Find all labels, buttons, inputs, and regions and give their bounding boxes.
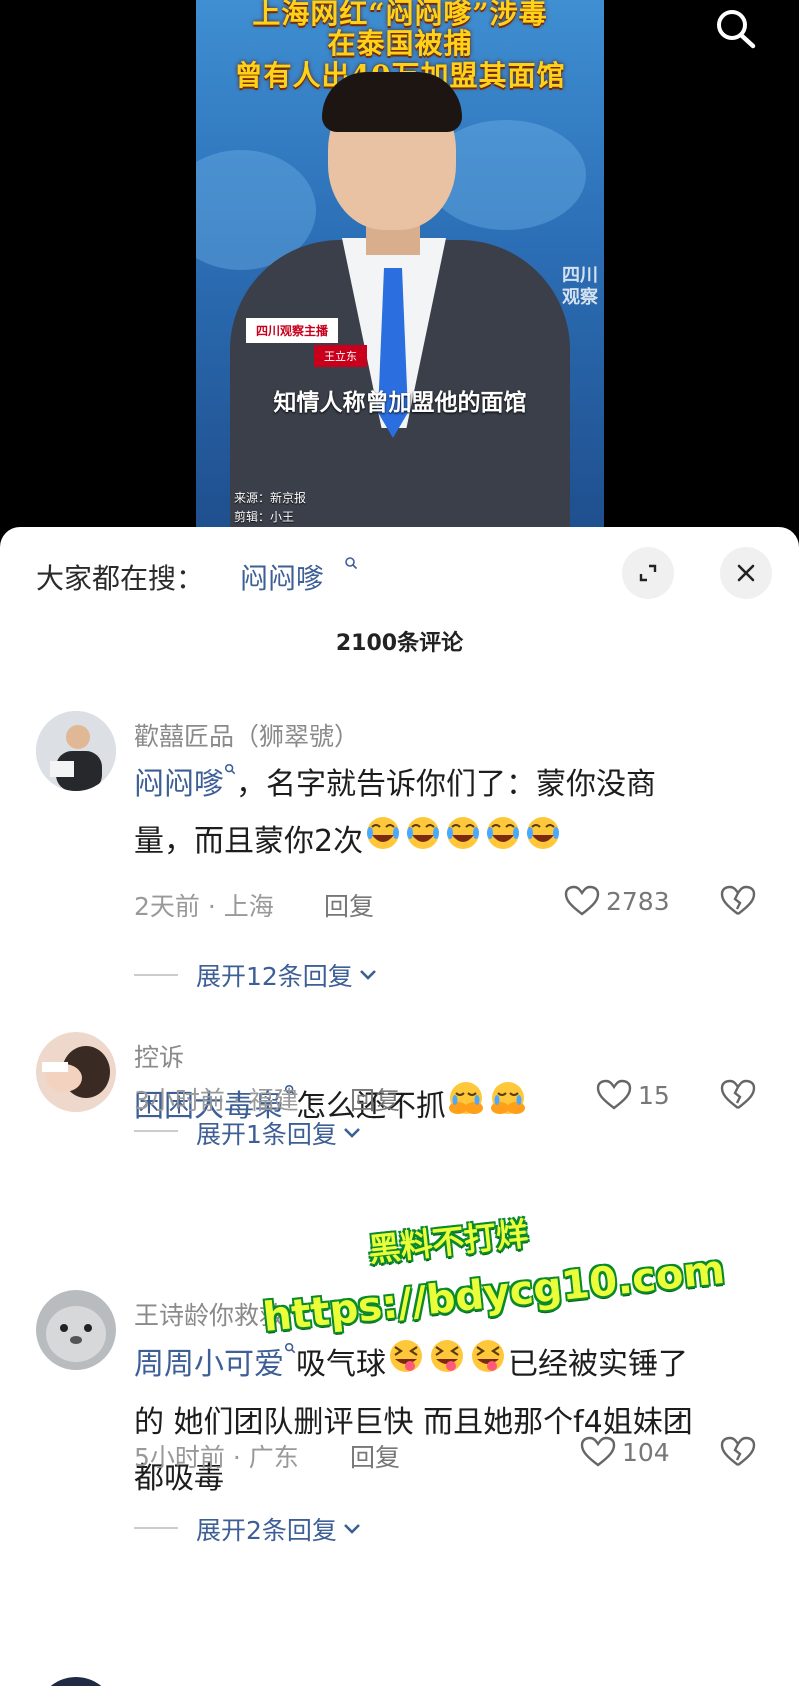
search-icon (284, 1342, 296, 1354)
video-caption: 知情人称曾加盟他的面馆 (273, 389, 527, 416)
reply-button[interactable]: 回复 (350, 1081, 400, 1117)
trending-search-label: 大家都在搜： (36, 562, 205, 595)
avatar[interactable] (36, 1032, 116, 1112)
like-count: 104 (622, 1437, 670, 1467)
comment-panel: 大家都在搜： 闷闷嗲 2100条评论 歡囍匠品（狮翠號） 闷闷嗲 ，名字就告诉你们… (0, 527, 799, 1686)
like-button[interactable]: 15 (596, 1079, 670, 1111)
watermark-url: https://bdycg10.com (260, 1246, 727, 1342)
rofl-emoji (363, 813, 563, 872)
avatar[interactable] (36, 1677, 116, 1686)
watermark-text: 黑料不打烊 (366, 1214, 530, 1270)
like-button[interactable]: 2783 (564, 885, 670, 917)
chevron-down-icon (343, 1524, 360, 1534)
search-icon (717, 10, 756, 49)
expand-icon (639, 564, 657, 582)
expand-replies-button[interactable]: 展开2条回复 (196, 1511, 361, 1547)
squint-tongue-emoji (386, 1336, 508, 1395)
broken-heart-icon (720, 1079, 756, 1109)
heart-icon (596, 1079, 632, 1110)
close-panel-button[interactable] (720, 547, 772, 599)
like-count: 2783 (606, 886, 670, 916)
comment-time-location: 5小时前 · 广东 (134, 1443, 299, 1472)
search-icon (344, 555, 358, 574)
comment-text: 周周小可爱 吸气球 已经被实锤了 的 她们团队删评巨快 而且她那个f4姐妹团 都吸… (134, 1336, 754, 1507)
dislike-button[interactable] (720, 885, 756, 921)
like-button[interactable]: 104 (580, 1436, 670, 1468)
broken-heart-icon (720, 1436, 756, 1466)
avatar[interactable] (36, 1290, 116, 1370)
reply-button[interactable]: 回复 (350, 1438, 400, 1474)
credit-source: 来源：新京报 (234, 491, 307, 505)
expand-replies-button[interactable]: 展开1条回复 (196, 1115, 361, 1151)
expand-replies-button[interactable]: 展开12条回复 (196, 957, 377, 993)
channel-logo: 四川 观察 (562, 265, 598, 308)
heart-icon (564, 885, 600, 916)
search-icon (224, 763, 236, 775)
dislike-button[interactable] (720, 1436, 756, 1472)
comment-username[interactable]: 歡囍匠品（狮翠號） (134, 717, 359, 753)
anchor-name-badge: 王立东 (314, 345, 367, 367)
like-count: 15 (638, 1080, 670, 1110)
comment-username[interactable]: 控诉 (134, 1038, 184, 1074)
trending-search-term[interactable]: 闷闷嗲 (240, 557, 324, 597)
expand-panel-button[interactable] (622, 547, 674, 599)
divider (134, 1527, 178, 1529)
video-player[interactable]: 上海网红“闷闷嗲”涉毒 在泰国被捕 曾有人出40万加盟其面馆 四川 观察 四川观… (196, 0, 604, 530)
mention-link[interactable]: 周周小可爱 (134, 1347, 284, 1382)
divider (134, 974, 178, 976)
program-badge: 四川观察主播 (246, 318, 339, 343)
comment-count: 2100条评论 (335, 631, 464, 656)
reply-button[interactable]: 回复 (324, 887, 374, 923)
broken-heart-icon (720, 885, 756, 915)
credit-editor: 剪辑：小王 (234, 510, 295, 524)
comment-time-location: 2天前 · 上海 (134, 892, 274, 921)
chevron-down-icon (343, 1128, 360, 1138)
comment-time-location: 3小时前 · 福建 (134, 1086, 299, 1115)
heart-icon (580, 1436, 616, 1467)
comment-text: 闷闷嗲 ，名字就告诉你们了：蒙你没商 量，而且蒙你2次 (134, 757, 754, 872)
chevron-down-icon (359, 970, 376, 980)
divider (134, 1130, 178, 1132)
crying-hug-emoji (446, 1078, 530, 1137)
close-icon (737, 564, 755, 582)
avatar[interactable] (36, 711, 116, 791)
mention-link[interactable]: 闷闷嗲 (134, 767, 224, 802)
dislike-button[interactable] (720, 1079, 756, 1115)
search-button[interactable] (711, 6, 761, 50)
